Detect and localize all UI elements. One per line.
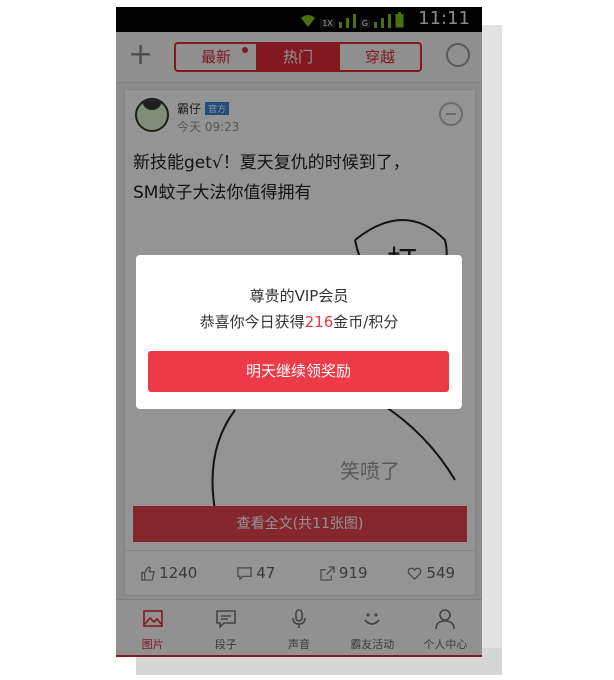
dialog-title: 尊贵的VIP会员 [249, 287, 349, 305]
dialog-message: 恭喜你今日获得216金币/积分 [199, 313, 399, 331]
claim-tomorrow-button[interactable]: 明天继续领奖励 [148, 351, 449, 392]
vip-reward-dialog: 尊贵的VIP会员 恭喜你今日获得216金币/积分 明天继续领奖励 [136, 255, 462, 409]
reward-amount: 216 [304, 313, 334, 331]
